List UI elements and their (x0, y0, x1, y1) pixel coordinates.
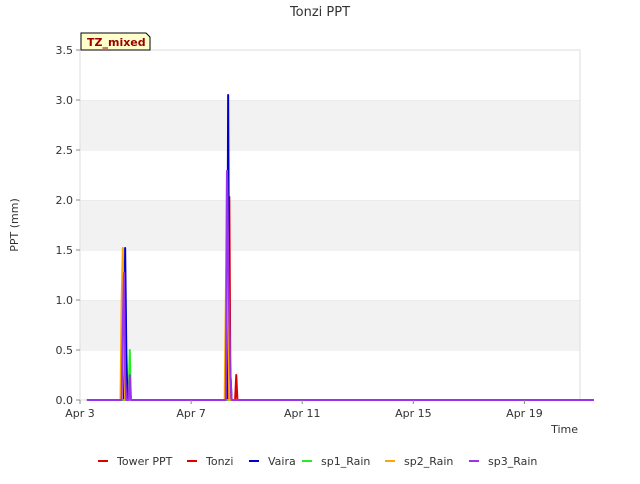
legend-label-tonzi: Tonzi (205, 455, 233, 468)
y-tick-label: 1.5 (56, 244, 74, 257)
annotation-box: TZ_mixed (80, 32, 151, 51)
x-tick-label: Apr 15 (395, 407, 432, 420)
y-tick-label: 3.5 (56, 44, 74, 57)
legend-label-sp3-rain: sp3_Rain (488, 455, 537, 468)
x-axis-label: Time (550, 423, 578, 436)
y-tick-label: 0.5 (56, 344, 74, 357)
grid-band (80, 300, 580, 350)
x-tick-label: Apr 3 (65, 407, 95, 420)
legend-label-vaira: Vaira (268, 455, 296, 468)
chart-title: Tonzi PPT (289, 5, 350, 20)
grid-bands (80, 49, 580, 400)
x-tick-label: Apr 19 (506, 407, 543, 420)
legend-label-tower-ppt: Tower PPT (116, 455, 173, 468)
y-tick-label: 1.0 (56, 294, 74, 307)
grid-band (80, 50, 580, 100)
grid-band (80, 200, 580, 250)
y-tick-label: 2.5 (56, 144, 74, 157)
legend-label-sp2-rain: sp2_Rain (404, 455, 453, 468)
chart: Apr 3 Apr 7 Apr 11 Apr 15 Apr 19 0.0 0.5 1.0 1.… (0, 0, 640, 480)
x-tick-label: Apr 7 (176, 407, 206, 420)
y-tick-label: 0.0 (56, 394, 74, 407)
y-tick-label: 3.0 (56, 94, 74, 107)
grid-band (80, 150, 580, 200)
y-axis-label: PPT (mm) (8, 198, 21, 252)
grid-band (80, 350, 580, 400)
y-tick-label: 2.0 (56, 194, 74, 207)
x-tick-label: Apr 11 (284, 407, 321, 420)
annotation-label: TZ_mixed (87, 36, 146, 49)
legend-label-sp1-rain: sp1_Rain (321, 455, 370, 468)
y-axis: 0.0 0.5 1.0 1.5 2.0 2.5 3.0 3.5 (56, 44, 80, 407)
x-axis: Apr 3 Apr 7 Apr 11 Apr 15 Apr 19 (65, 400, 543, 420)
grid-band (80, 250, 580, 300)
chart-svg: Apr 3 Apr 7 Apr 11 Apr 15 Apr 19 0.0 0.5 1.0 1.… (8, 5, 594, 468)
legend: Tower PPT Tonzi Vaira sp1_Rain sp2_Rain sp3_R… (98, 455, 537, 468)
grid-band (80, 100, 580, 150)
